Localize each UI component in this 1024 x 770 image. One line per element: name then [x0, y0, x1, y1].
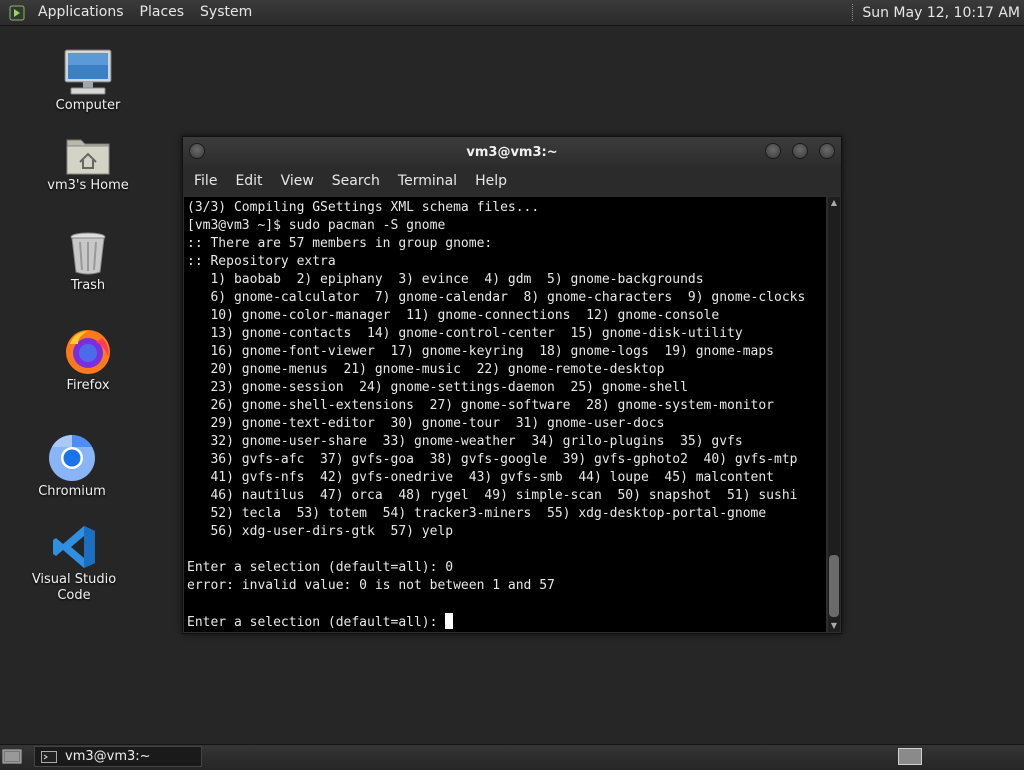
- desktop-icon-home[interactable]: vm3's Home: [28, 124, 148, 194]
- terminal-line: [vm3@vm3 ~]$ sudo pacman -S gnome: [187, 218, 446, 233]
- applications-menu[interactable]: Applications: [30, 0, 132, 25]
- desktop-icon-firefox[interactable]: Firefox: [28, 324, 148, 394]
- panel-separator: [852, 4, 856, 21]
- menu-edit[interactable]: Edit: [226, 173, 271, 189]
- close-button[interactable]: [819, 143, 835, 159]
- scroll-down-arrow-icon[interactable]: ▼: [828, 620, 840, 632]
- maximize-button[interactable]: [792, 143, 808, 159]
- desktop-icon-label: Firefox: [66, 378, 110, 393]
- clock[interactable]: Sun May 12, 10:17 AM: [862, 5, 1020, 21]
- terminal-line: :: Repository extra: [187, 254, 336, 269]
- taskbar-item-terminal[interactable]: vm3@vm3:~: [34, 746, 202, 767]
- workspace-switcher[interactable]: [898, 748, 922, 765]
- terminal-menubar: File Edit View Search Terminal Help: [183, 167, 841, 195]
- terminal-line: :: There are 57 members in group gnome:: [187, 236, 493, 251]
- terminal-line: 46) nautilus 47) orca 48) rygel 49) simp…: [187, 488, 798, 503]
- system-menu[interactable]: System: [192, 0, 260, 25]
- text-cursor: [445, 613, 454, 629]
- firefox-icon: [62, 324, 114, 376]
- bottom-panel: vm3@vm3:~: [0, 744, 1024, 769]
- terminal-prompt-line[interactable]: Enter a selection (default=all):: [187, 613, 826, 631]
- terminal-line: 41) gvfs-nfs 42) gvfs-onedrive 43) gvfs-…: [187, 470, 774, 485]
- terminal-output[interactable]: (3/3) Compiling GSettings XML schema fil…: [184, 197, 826, 632]
- terminal-line: 36) gvfs-afc 37) gvfs-goa 38) gvfs-googl…: [187, 452, 798, 467]
- places-menu[interactable]: Places: [132, 0, 193, 25]
- top-panel: Applications Places System Sun May 12, 1…: [0, 0, 1024, 26]
- scroll-up-arrow-icon[interactable]: ▲: [828, 197, 840, 209]
- terminal-line: 13) gnome-contacts 14) gnome-control-cen…: [187, 326, 743, 341]
- home-folder-icon: [62, 124, 114, 176]
- terminal-line: 10) gnome-color-manager 11) gnome-connec…: [187, 308, 720, 323]
- terminal-line: 32) gnome-user-share 33) gnome-weather 3…: [187, 434, 743, 449]
- vscode-icon: [48, 518, 100, 570]
- terminal-line: 6) gnome-calculator 7) gnome-calendar 8)…: [187, 290, 806, 305]
- window-menu-button[interactable]: [189, 143, 205, 159]
- top-panel-right: Sun May 12, 10:17 AM: [852, 0, 1020, 25]
- show-desktop-button[interactable]: [2, 748, 22, 766]
- terminal-line: 52) tecla 53) totem 54) tracker3-miners …: [187, 506, 767, 521]
- terminal-line: (3/3) Compiling GSettings XML schema fil…: [187, 200, 540, 215]
- terminal-line: 20) gnome-menus 21) gnome-music 22) gnom…: [187, 362, 665, 377]
- desktop-icon-vscode[interactable]: Visual Studio Code: [14, 518, 134, 604]
- distro-logo-icon[interactable]: [8, 4, 26, 22]
- desktop-icon-computer[interactable]: Computer: [28, 44, 148, 114]
- menu-view[interactable]: View: [272, 173, 323, 189]
- computer-icon: [62, 44, 114, 96]
- terminal-line: error: invalid value: 0 is not between 1…: [187, 578, 555, 593]
- terminal-line: 16) gnome-font-viewer 17) gnome-keyring …: [187, 344, 774, 359]
- terminal-line: 56) xdg-user-dirs-gtk 57) yelp: [187, 524, 454, 539]
- menu-help[interactable]: Help: [466, 173, 516, 189]
- menu-search[interactable]: Search: [323, 173, 389, 189]
- desktop-icon-label: vm3's Home: [47, 178, 129, 193]
- trash-icon: [62, 224, 114, 276]
- taskbar-item-label: vm3@vm3:~: [65, 749, 151, 764]
- terminal-window[interactable]: vm3@vm3:~ File Edit View Search Terminal…: [182, 136, 842, 634]
- desktop-icon-chromium[interactable]: Chromium: [12, 430, 132, 500]
- menu-terminal[interactable]: Terminal: [389, 173, 466, 189]
- chromium-icon: [46, 430, 98, 482]
- minimize-button[interactable]: [765, 143, 781, 159]
- terminal-scrollbar[interactable]: ▲ ▼: [828, 197, 840, 632]
- scrollbar-thumb[interactable]: [829, 555, 839, 617]
- desktop-icon-label: Chromium: [38, 484, 106, 499]
- terminal-line: 23) gnome-session 24) gnome-settings-dae…: [187, 380, 688, 395]
- desktop-icon-label: Visual Studio Code: [31, 572, 117, 603]
- window-title: vm3@vm3:~: [466, 144, 558, 160]
- menu-file[interactable]: File: [185, 173, 226, 189]
- desktop-icon-label: Trash: [70, 278, 106, 293]
- desktop-icon-label: Computer: [55, 98, 121, 113]
- terminal-line: 26) gnome-shell-extensions 27) gnome-sof…: [187, 398, 774, 413]
- terminal-line: Enter a selection (default=all): 0: [187, 560, 454, 575]
- terminal-prompt: Enter a selection (default=all):: [187, 615, 446, 630]
- terminal-line: 1) baobab 2) epiphany 3) evince 4) gdm 5…: [187, 272, 704, 287]
- desktop-icon-trash[interactable]: Trash: [28, 224, 148, 294]
- window-titlebar[interactable]: vm3@vm3:~: [183, 137, 841, 167]
- show-desktop-icon: [2, 749, 22, 764]
- terminal-icon: [41, 750, 57, 763]
- terminal-line: 29) gnome-text-editor 30) gnome-tour 31)…: [187, 416, 665, 431]
